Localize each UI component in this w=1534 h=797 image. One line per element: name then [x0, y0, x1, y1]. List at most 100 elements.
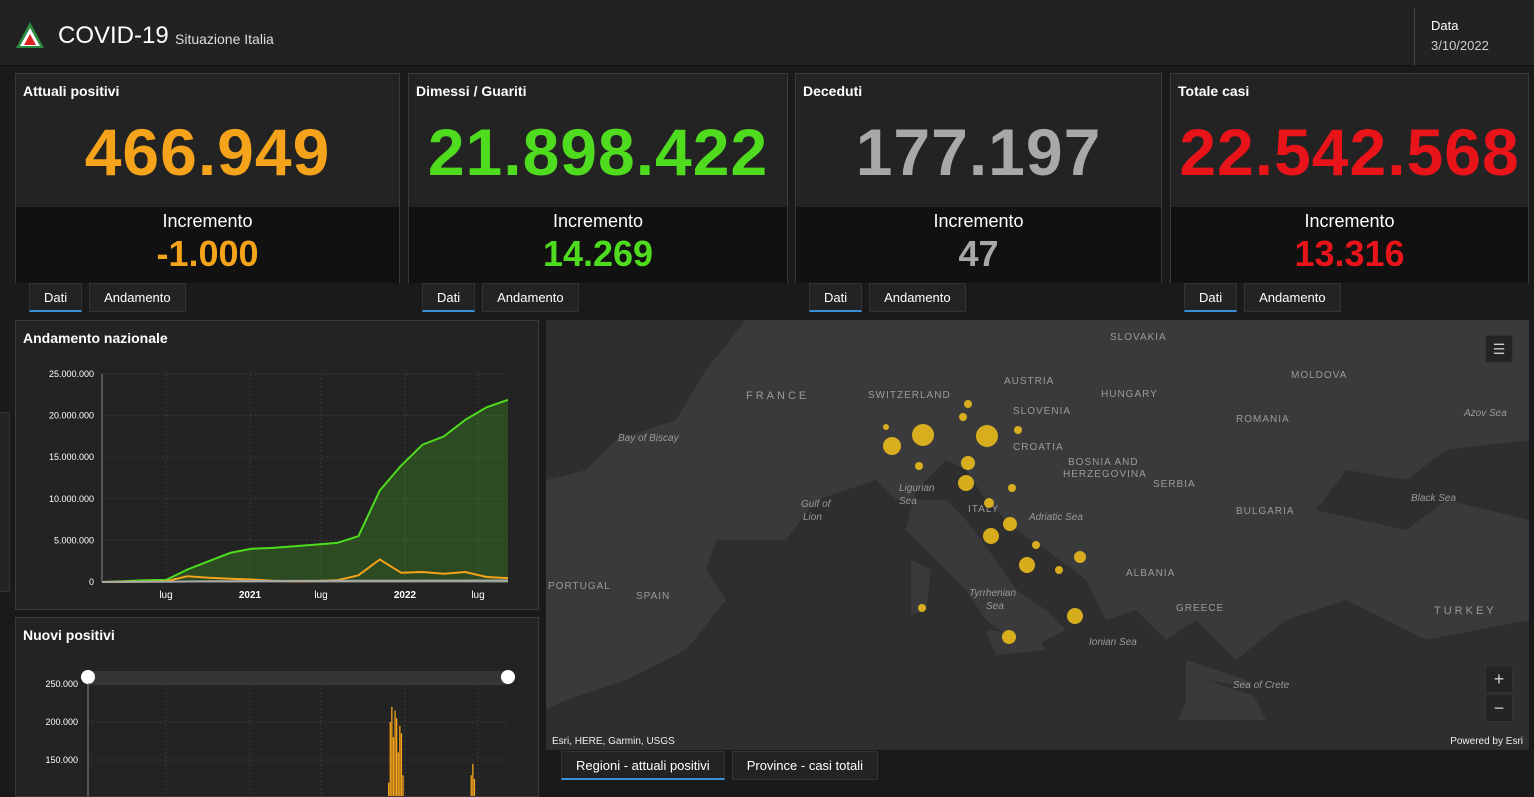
tab-dati[interactable]: Dati — [809, 283, 863, 312]
map-bubble[interactable] — [1003, 517, 1017, 531]
range-slider-handle-right — [501, 670, 515, 684]
map-bubble[interactable] — [983, 528, 999, 544]
tab-dati[interactable]: Dati — [29, 283, 83, 312]
bar — [400, 733, 403, 796]
bar — [473, 779, 476, 796]
card-value: 177.197 — [855, 115, 1102, 189]
date-box: Data 3/10/2022 — [1414, 8, 1534, 66]
card-tabs-deceduti: Dati Andamento — [809, 283, 973, 312]
map-tabs: Regioni - attuali positivi Province - ca… — [561, 751, 885, 780]
andamento-chart: 25.000.000 20.000.000 15.000.000 10.000.000… — [49, 369, 509, 601]
map-bubble[interactable] — [915, 462, 923, 470]
bar — [392, 737, 395, 796]
tab-dati[interactable]: Dati — [422, 283, 476, 312]
bar — [391, 706, 393, 796]
map-bubble[interactable] — [883, 437, 901, 455]
y-tick-label: 20.000.000 — [49, 411, 94, 421]
range-slider-track — [88, 671, 510, 685]
map-bubble[interactable] — [1067, 608, 1083, 624]
increment-label: Incremento — [162, 211, 253, 231]
increment-label: Incremento — [552, 211, 644, 231]
zoom-in-button[interactable]: + — [1485, 665, 1513, 693]
range-slider-handle-left — [81, 670, 95, 684]
map-bubble[interactable] — [918, 604, 926, 612]
card-increment-area: Incremento 14.269 — [409, 207, 787, 283]
card-totale-casi: Totale casi 22.542.568 Incremento 13.316 — [1170, 73, 1529, 283]
series-area — [102, 399, 508, 582]
increment-label: Incremento — [933, 211, 1024, 231]
map-bubble[interactable] — [1002, 630, 1016, 644]
map-bubble[interactable] — [1014, 426, 1022, 434]
tab-dati[interactable]: Dati — [1184, 283, 1238, 312]
nuovi-positivi-chart: 250.000 200.000 150.000 — [45, 670, 515, 796]
italy-civil-protection-logo — [16, 22, 44, 48]
tab-regioni[interactable]: Regioni - attuali positivi — [561, 751, 725, 780]
map-bubble[interactable] — [912, 424, 934, 446]
card-deceduti: Deceduti 177.197 Incremento 47 — [795, 73, 1162, 283]
card-increment-area: Incremento 47 — [796, 207, 1161, 283]
card-title: Deceduti — [803, 83, 863, 99]
x-tick-label: lug — [471, 590, 484, 601]
tab-andamento[interactable]: Andamento — [1244, 283, 1341, 312]
date-label: Data — [1431, 18, 1459, 33]
map-bubble[interactable] — [959, 413, 967, 421]
card-title: Dimessi / Guariti — [416, 83, 527, 99]
zoom-out-button[interactable]: − — [1485, 694, 1513, 722]
bar — [472, 763, 474, 796]
card-increment-area: Incremento -1.000 — [16, 207, 399, 283]
map-powered-by[interactable]: Powered by Esri — [1450, 736, 1523, 747]
tab-andamento[interactable]: Andamento — [482, 283, 579, 312]
tab-province[interactable]: Province - casi totali — [731, 751, 879, 780]
card-value: 21.898.422 — [427, 115, 769, 189]
x-tick-label: lug — [314, 590, 327, 601]
andamento-nazionale-panel: Andamento nazionale 25.000.000 20.000.000… — [15, 320, 539, 610]
y-tick-label: 0 — [89, 577, 94, 587]
bar — [389, 722, 391, 796]
app-header: COVID-19 Situazione Italia Data 3/10/202… — [0, 0, 1534, 66]
card-value: 466.949 — [84, 115, 331, 189]
map-bubble[interactable] — [984, 498, 994, 508]
map-bubble[interactable] — [1008, 484, 1016, 492]
increment-value: 47 — [958, 233, 999, 274]
card-title: Totale casi — [1178, 83, 1250, 99]
increment-label: Incremento — [1304, 211, 1395, 231]
map-bubble[interactable] — [961, 456, 975, 470]
tab-andamento[interactable]: Andamento — [869, 283, 966, 312]
map-bubbles — [883, 400, 1086, 644]
map-bubble[interactable] — [1074, 551, 1086, 563]
list-icon[interactable]: ☰ — [1485, 335, 1513, 363]
card-dimessi-guariti: Dimessi / Guariti 21.898.422 Incremento … — [408, 73, 788, 283]
map-bubble[interactable] — [1019, 557, 1035, 573]
y-tick-label: 250.000 — [45, 679, 78, 689]
y-tick-label: 25.000.000 — [49, 369, 94, 379]
bar — [394, 710, 396, 796]
card-increment-area: Incremento 13.316 — [1171, 207, 1528, 283]
x-tick-label: 2021 — [239, 590, 262, 601]
y-tick-label: 15.000.000 — [49, 452, 94, 462]
increment-value: 14.269 — [542, 233, 654, 274]
card-tabs-totale: Dati Andamento — [1184, 283, 1348, 312]
y-tick-label: 10.000.000 — [49, 494, 94, 504]
app-title: COVID-19 — [58, 22, 169, 49]
side-panel-handle[interactable] — [0, 412, 10, 592]
card-title: Attuali positivi — [23, 83, 120, 99]
map-bubble[interactable] — [1032, 541, 1040, 549]
map-bubble[interactable] — [1055, 566, 1063, 574]
tab-andamento[interactable]: Andamento — [89, 283, 186, 312]
map-attribution: Esri, HERE, Garmin, USGS — [552, 736, 675, 747]
map-bubble[interactable] — [976, 425, 998, 447]
card-tabs-guariti: Dati Andamento — [422, 283, 586, 312]
italy-map[interactable]: FRANCE SWITZERLAND AUSTRIA SLOVAKIA HUNG… — [546, 320, 1529, 750]
map-bubble[interactable] — [964, 400, 972, 408]
bar — [388, 782, 390, 796]
increment-value: 13.316 — [1294, 233, 1405, 274]
app-subtitle: Situazione Italia — [175, 31, 274, 47]
card-tabs-attuali: Dati Andamento — [29, 283, 193, 312]
map-bubble[interactable] — [883, 424, 889, 430]
card-attuali-positivi: Attuali positivi 466.949 Incremento -1.0… — [15, 73, 400, 283]
bar — [399, 725, 401, 796]
card-value: 22.542.568 — [1179, 115, 1520, 189]
bar — [396, 718, 398, 796]
map-bubble[interactable] — [958, 475, 974, 491]
y-tick-label: 200.000 — [45, 717, 78, 727]
